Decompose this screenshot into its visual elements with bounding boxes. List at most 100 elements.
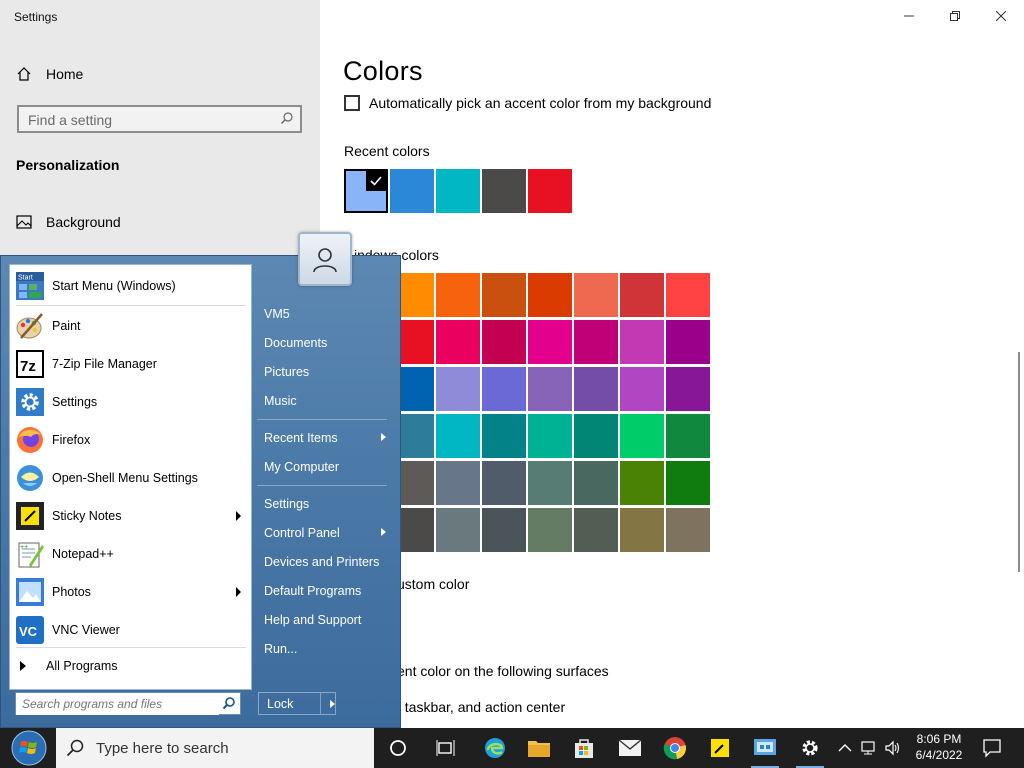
windows-color-swatch[interactable]: [528, 367, 572, 411]
start-search-box[interactable]: [15, 692, 241, 715]
start-program-item[interactable]: Sticky Notes: [14, 498, 249, 534]
start-right-item[interactable]: Pictures: [264, 361, 394, 383]
start-right-item[interactable]: Control Panel: [264, 522, 394, 544]
windows-color-swatch[interactable]: [620, 273, 664, 317]
start-program-item[interactable]: Firefox: [14, 422, 249, 458]
windows-color-swatch[interactable]: [666, 320, 710, 364]
windows-color-swatch[interactable]: [482, 273, 526, 317]
start-right-item[interactable]: Help and Support: [264, 609, 394, 631]
windows-color-swatch[interactable]: [666, 508, 710, 552]
windows-color-swatch[interactable]: [528, 273, 572, 317]
cortana-button[interactable]: [380, 732, 416, 764]
windows-color-swatch[interactable]: [666, 273, 710, 317]
windows-color-swatch[interactable]: [528, 461, 572, 505]
recent-color-swatch[interactable]: [390, 169, 434, 213]
windows-color-swatch[interactable]: [666, 461, 710, 505]
store-button[interactable]: [566, 732, 602, 764]
scrollbar[interactable]: [1018, 352, 1020, 572]
windows-color-swatch[interactable]: [620, 367, 664, 411]
auto-accent-checkbox[interactable]: [344, 95, 360, 111]
task-view-button[interactable]: [428, 732, 464, 764]
all-programs-button[interactable]: All Programs: [14, 651, 249, 681]
start-program-item[interactable]: ++ Notepad++: [14, 536, 249, 572]
recent-color-swatch[interactable]: [344, 169, 388, 213]
start-right-item[interactable]: My Computer: [264, 456, 394, 478]
windows-color-swatch[interactable]: [482, 367, 526, 411]
chrome-button[interactable]: [657, 732, 693, 764]
minimize-button[interactable]: [886, 0, 932, 32]
windows-color-swatch[interactable]: [666, 414, 710, 458]
windows-color-swatch[interactable]: [436, 508, 480, 552]
clock[interactable]: 8:06 PM 6/4/2022: [910, 731, 968, 763]
windows-color-swatch[interactable]: [436, 273, 480, 317]
windows-color-swatch[interactable]: [574, 320, 618, 364]
recent-color-swatch[interactable]: [436, 169, 480, 213]
windows-color-swatch[interactable]: [620, 320, 664, 364]
mail-button[interactable]: [612, 732, 648, 764]
settings-taskbar-button[interactable]: [792, 732, 828, 768]
custom-color-button[interactable]: ustom color: [397, 576, 469, 592]
start-right-item[interactable]: Settings: [264, 493, 394, 515]
chevron-up-icon[interactable]: [838, 743, 852, 753]
windows-color-swatch[interactable]: [436, 461, 480, 505]
start-button[interactable]: [4, 728, 54, 768]
windows-color-swatch[interactable]: [528, 508, 572, 552]
windows-color-swatch[interactable]: [528, 414, 572, 458]
action-center-button[interactable]: [982, 738, 1002, 763]
windows-color-swatch[interactable]: [574, 367, 618, 411]
windows-color-swatch[interactable]: [482, 414, 526, 458]
control-panel-taskbar-button[interactable]: [747, 732, 783, 768]
auto-accent-option[interactable]: Automatically pick an accent color from …: [344, 95, 711, 111]
settings-search-input[interactable]: [19, 107, 270, 133]
windows-color-swatch[interactable]: [436, 367, 480, 411]
windows-color-swatch[interactable]: [620, 414, 664, 458]
windows-color-swatch[interactable]: [528, 320, 572, 364]
start-right-item[interactable]: Devices and Printers: [264, 551, 394, 573]
notification-icon: [983, 739, 1001, 758]
lock-button[interactable]: Lock: [258, 692, 336, 715]
windows-color-swatch[interactable]: [436, 414, 480, 458]
user-picture[interactable]: [298, 232, 352, 286]
network-icon[interactable]: [860, 740, 878, 756]
start-program-item[interactable]: Photos: [14, 574, 249, 610]
windows-color-swatch[interactable]: [666, 367, 710, 411]
file-explorer-button[interactable]: [521, 732, 557, 764]
start-right-item[interactable]: VM5: [264, 303, 394, 325]
windows-color-swatch[interactable]: [436, 320, 480, 364]
windows-color-swatch[interactable]: [574, 508, 618, 552]
start-program-item[interactable]: VC VNC Viewer: [14, 612, 249, 648]
start-right-item[interactable]: Run...: [264, 638, 394, 660]
start-program-item[interactable]: Open-Shell Menu Settings: [14, 460, 249, 496]
start-program-item[interactable]: Paint: [14, 308, 249, 344]
nav-home[interactable]: Home: [16, 62, 83, 86]
sticky-notes-taskbar-button[interactable]: [702, 732, 738, 764]
restore-button[interactable]: [932, 0, 978, 32]
settings-search[interactable]: [17, 105, 302, 133]
windows-color-swatch[interactable]: [482, 461, 526, 505]
windows-color-swatch[interactable]: [620, 508, 664, 552]
close-button[interactable]: [978, 0, 1024, 32]
lock-options-arrow-icon[interactable]: [330, 699, 335, 708]
surface-option-start-taskbar[interactable]: , taskbar, and action center: [397, 699, 565, 715]
start-program-item[interactable]: 7z 7-Zip File Manager: [14, 346, 249, 382]
start-right-item[interactable]: Default Programs: [264, 580, 394, 602]
start-search-input[interactable]: [16, 693, 219, 715]
start-right-item[interactable]: Music: [264, 390, 394, 412]
recent-color-swatch[interactable]: [482, 169, 526, 213]
nav-background[interactable]: Background: [16, 214, 121, 230]
start-program-item[interactable]: Settings: [14, 384, 249, 420]
windows-color-swatch[interactable]: [482, 320, 526, 364]
windows-color-swatch[interactable]: [574, 273, 618, 317]
volume-icon[interactable]: [884, 740, 902, 756]
checkmark-icon: [366, 171, 386, 191]
start-right-item[interactable]: Documents: [264, 332, 394, 354]
recent-color-swatch[interactable]: [528, 169, 572, 213]
windows-color-swatch[interactable]: [574, 414, 618, 458]
taskbar-search[interactable]: Type here to search: [56, 728, 374, 768]
windows-color-swatch[interactable]: [574, 461, 618, 505]
start-right-item[interactable]: Recent Items: [264, 427, 394, 449]
windows-color-swatch[interactable]: [482, 508, 526, 552]
windows-color-swatch[interactable]: [620, 461, 664, 505]
edge-button[interactable]: [477, 732, 513, 764]
start-program-item[interactable]: Start Start Menu (Windows): [14, 268, 249, 304]
